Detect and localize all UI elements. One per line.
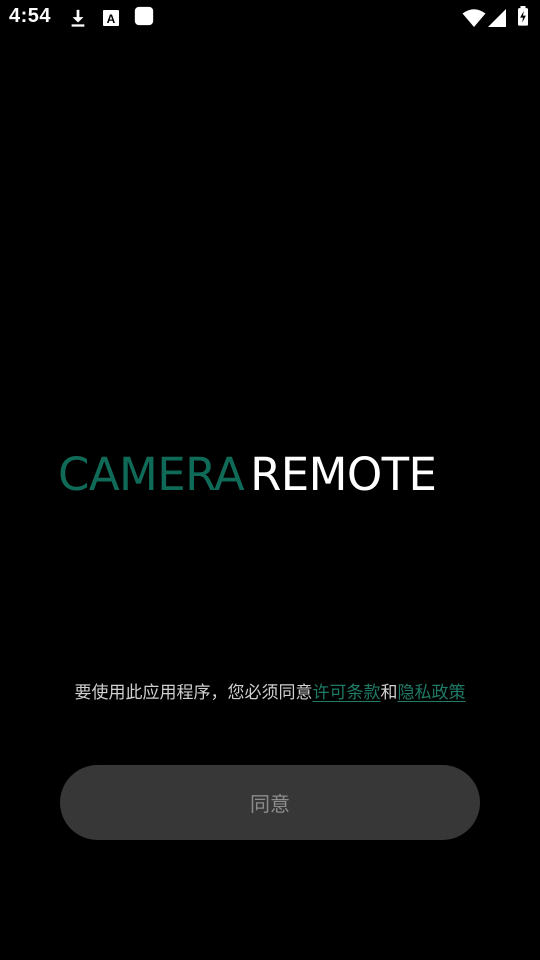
logo-camera-text: CAMERA <box>58 448 245 501</box>
consent-prefix: 要使用此应用程序，您必须同意 <box>74 683 313 703</box>
svg-text:A: A <box>107 12 116 26</box>
signal-icon <box>488 9 506 27</box>
wifi-icon <box>462 9 486 27</box>
privacy-policy-link[interactable]: 隐私政策 <box>398 683 466 703</box>
battery-charging-icon <box>518 6 528 26</box>
status-time: 4:54 <box>9 5 52 27</box>
status-bar: 4:54 A <box>0 0 540 36</box>
logo-remote-text: REMOTE <box>250 448 437 501</box>
font-app-icon: A <box>103 10 119 26</box>
consent-conjunction: 和 <box>380 683 398 703</box>
license-terms-link[interactable]: 许可条款 <box>313 683 381 703</box>
download-icon <box>71 9 85 27</box>
camera-remote-logo: CAMERA REMOTE <box>58 447 482 503</box>
agree-button[interactable]: 同意 <box>60 765 480 840</box>
app-square-icon <box>134 6 154 26</box>
app-screen: 4:54 A CAMERA REMOTE 要使用此应用程序，您必须同意许可条款和… <box>0 0 540 960</box>
consent-text: 要使用此应用程序，您必须同意许可条款和隐私政策 <box>0 680 540 706</box>
